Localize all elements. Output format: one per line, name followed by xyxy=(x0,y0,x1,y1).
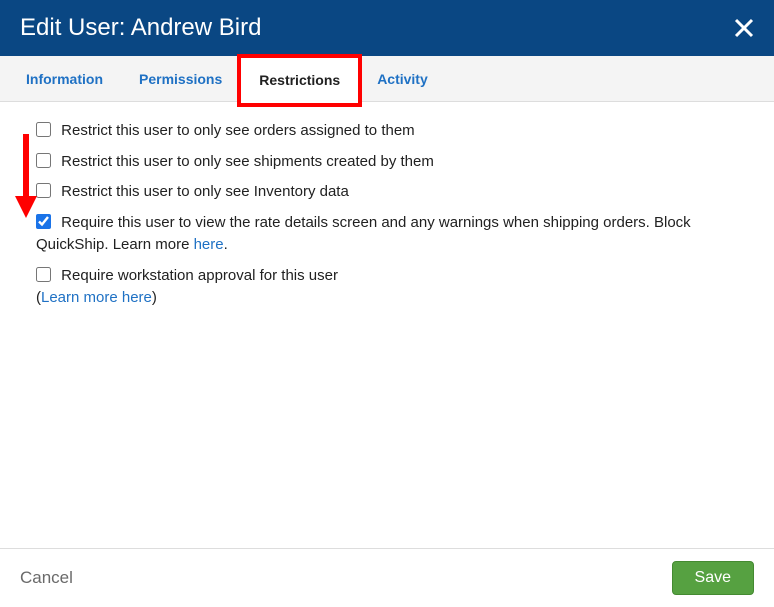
close-icon[interactable] xyxy=(734,18,754,38)
tabbar: Information Permissions Restrictions Act… xyxy=(0,56,774,102)
restrict-shipments-checkbox[interactable] xyxy=(36,153,51,168)
require-rate-details-label-prefix: Require this user to view the rate detai… xyxy=(36,214,691,254)
workstation-learn-more-link[interactable]: Learn more here xyxy=(41,289,152,306)
require-rate-details-checkbox[interactable] xyxy=(36,214,51,229)
cancel-button[interactable]: Cancel xyxy=(20,568,73,588)
save-button[interactable]: Save xyxy=(672,561,754,595)
require-rate-details-row[interactable]: Require this user to view the rate detai… xyxy=(36,212,738,257)
require-rate-details-link[interactable]: here xyxy=(194,236,224,253)
require-workstation-approval-checkbox[interactable] xyxy=(36,267,51,282)
restrict-orders-checkbox[interactable] xyxy=(36,122,51,137)
restrict-orders-label: Restrict this user to only see orders as… xyxy=(61,122,415,139)
restrict-inventory-row[interactable]: Restrict this user to only see Inventory… xyxy=(36,181,738,204)
restrict-orders-row[interactable]: Restrict this user to only see orders as… xyxy=(36,120,738,143)
tab-information[interactable]: Information xyxy=(8,56,121,101)
modal-header: Edit User: Andrew Bird xyxy=(0,0,774,56)
modal-title: Edit User: Andrew Bird xyxy=(20,14,261,42)
restrictions-panel: Restrict this user to only see orders as… xyxy=(0,102,774,328)
workstation-learn-more: (Learn more here) xyxy=(36,287,738,310)
tab-restrictions[interactable]: Restrictions xyxy=(240,57,359,102)
require-workstation-approval-label: Require workstation approval for this us… xyxy=(61,267,338,284)
restrict-shipments-label: Restrict this user to only see shipments… xyxy=(61,153,434,170)
restrict-shipments-row[interactable]: Restrict this user to only see shipments… xyxy=(36,151,738,174)
restrict-inventory-checkbox[interactable] xyxy=(36,183,51,198)
modal-footer: Cancel Save xyxy=(0,548,774,607)
tab-activity[interactable]: Activity xyxy=(359,56,446,101)
require-workstation-approval-row[interactable]: Require workstation approval for this us… xyxy=(36,265,738,288)
require-rate-details-label-suffix: . xyxy=(224,236,228,253)
tab-permissions[interactable]: Permissions xyxy=(121,56,240,101)
restrict-inventory-label: Restrict this user to only see Inventory… xyxy=(61,183,349,200)
